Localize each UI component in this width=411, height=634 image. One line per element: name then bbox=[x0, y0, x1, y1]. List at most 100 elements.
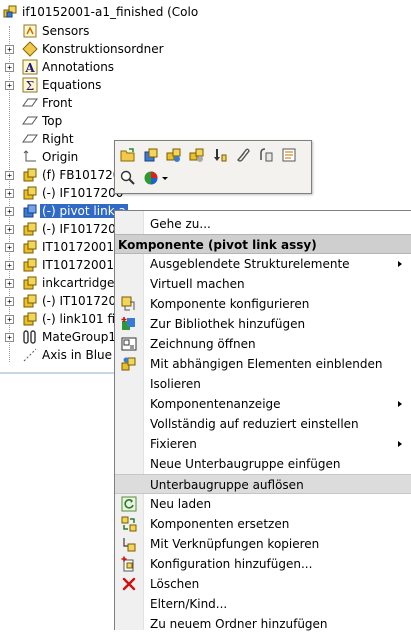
menu-item-label: Fixieren bbox=[150, 437, 197, 451]
menu-item-goto[interactable]: Gehe zu... bbox=[115, 214, 411, 234]
sensors-icon bbox=[23, 24, 37, 38]
expand-toggle[interactable]: + bbox=[5, 189, 14, 198]
tree-item-label: MateGroup1 bbox=[42, 330, 116, 344]
show-components-icon[interactable] bbox=[188, 146, 206, 164]
hide-components-icon[interactable] bbox=[165, 146, 183, 164]
expand-toggle[interactable]: + bbox=[5, 63, 14, 72]
menu-item-label: Unterbaugruppe auflösen bbox=[150, 478, 304, 492]
properties-icon[interactable] bbox=[280, 146, 298, 164]
part-icon bbox=[23, 276, 37, 290]
part-icon bbox=[23, 222, 37, 236]
plane-icon bbox=[22, 116, 38, 125]
menu-item-show-with-dependents[interactable]: Mit abhängigen Elementen einblenden bbox=[115, 354, 411, 374]
replace-components-icon bbox=[121, 516, 137, 532]
tree-item-label: (-) link101 fin bbox=[42, 312, 123, 326]
tree-item-label: Origin bbox=[42, 150, 79, 164]
open-part-icon[interactable] bbox=[119, 146, 137, 164]
menu-item-hidden-features[interactable]: Ausgeblendete Strukturelemente bbox=[115, 254, 411, 274]
part-icon bbox=[23, 186, 37, 200]
svg-text:Σ: Σ bbox=[26, 79, 34, 93]
menu-item-label: Neue Unterbaugruppe einfügen bbox=[150, 457, 341, 471]
tree-item-annotations[interactable]: + A Annotations bbox=[0, 58, 199, 76]
tree-item-sensors[interactable]: Sensors bbox=[0, 22, 199, 40]
expand-toggle[interactable]: + bbox=[5, 81, 14, 90]
expand-toggle[interactable]: + bbox=[5, 279, 14, 288]
assembly-icon bbox=[23, 204, 37, 218]
design-binder-icon bbox=[22, 41, 38, 57]
menu-item-add-to-new-folder[interactable]: Zu neuem Ordner hinzufügen bbox=[115, 614, 411, 634]
menu-item-parent-child[interactable]: Eltern/Kind... bbox=[115, 594, 411, 614]
expand-toggle[interactable]: + bbox=[5, 333, 14, 342]
edit-assembly-icon[interactable] bbox=[142, 146, 160, 164]
tree-item-label: Equations bbox=[42, 78, 102, 92]
tree-item-label: (-) IT1017200 bbox=[42, 294, 124, 308]
menu-item-label: Zu neuem Ordner hinzufügen bbox=[150, 617, 328, 631]
appearance-icon[interactable] bbox=[142, 169, 170, 187]
expand-toggle[interactable]: + bbox=[5, 243, 14, 252]
equations-icon: Σ bbox=[22, 77, 38, 93]
tree-item-top-plane[interactable]: Top bbox=[0, 112, 199, 130]
menu-item-label: Gehe zu... bbox=[150, 217, 211, 231]
menu-item-make-virtual[interactable]: Virtuell machen bbox=[115, 274, 411, 294]
add-to-library-icon bbox=[121, 317, 135, 330]
menu-item-delete[interactable]: Löschen bbox=[115, 574, 411, 594]
menu-item-add-configuration[interactable]: Konfiguration hinzufügen... bbox=[115, 554, 411, 574]
attach-icon[interactable] bbox=[234, 146, 252, 164]
reload-icon bbox=[121, 496, 137, 512]
submenu-arrow-icon bbox=[398, 401, 402, 407]
expand-toggle[interactable]: + bbox=[5, 261, 14, 270]
tree-item-label: Axis in Blue P bbox=[42, 348, 124, 362]
menu-header-component: Komponente (pivot link assy) bbox=[115, 234, 411, 254]
tree-item-label: Annotations bbox=[42, 60, 115, 74]
zoom-to-selection-icon[interactable] bbox=[119, 169, 137, 187]
tree-item-label: Sensors bbox=[42, 24, 90, 38]
menu-item-label: Komponentenanzeige bbox=[150, 397, 281, 411]
menu-item-fix[interactable]: Fixieren bbox=[115, 434, 411, 454]
svg-text:A: A bbox=[24, 61, 35, 75]
menu-item-label: Komponenten ersetzen bbox=[150, 517, 290, 531]
menu-item-isolate[interactable]: Isolieren bbox=[115, 374, 411, 394]
menu-item-set-resolved-to-lightweight[interactable]: Vollständig auf reduziert einstellen bbox=[115, 414, 411, 434]
menu-item-open-drawing[interactable]: Zeichnung öffnen bbox=[115, 334, 411, 354]
menu-item-configure-component[interactable]: Komponente konfigurieren bbox=[115, 294, 411, 314]
mate-icon[interactable] bbox=[257, 146, 275, 164]
context-toolbar bbox=[114, 140, 312, 194]
add-configuration-icon bbox=[121, 556, 134, 572]
menu-item-copy-with-mates[interactable]: Mit Verknüpfungen kopieren bbox=[115, 534, 411, 554]
expand-toggle[interactable]: + bbox=[5, 315, 14, 324]
tree-item-label: Top bbox=[42, 114, 63, 128]
delete-icon bbox=[122, 577, 136, 591]
show-dependents-icon bbox=[121, 357, 136, 371]
tree-item-label: Right bbox=[42, 132, 74, 146]
menu-item-insert-new-subassembly[interactable]: Neue Unterbaugruppe einfügen bbox=[115, 454, 411, 474]
expand-toggle[interactable]: + bbox=[5, 45, 14, 54]
menu-item-label: Konfiguration hinzufügen... bbox=[150, 557, 313, 571]
tree-item-label: inkcartridge< bbox=[42, 276, 125, 290]
expand-toggle[interactable]: + bbox=[5, 207, 14, 216]
menu-item-label: Komponente konfigurieren bbox=[150, 297, 310, 311]
part-icon bbox=[23, 168, 37, 182]
part-icon bbox=[23, 258, 37, 272]
configure-component-icon bbox=[121, 296, 135, 311]
annotations-icon: A bbox=[22, 59, 38, 75]
menu-item-dissolve-subassembly[interactable]: Unterbaugruppe auflösen bbox=[115, 474, 411, 494]
axis-icon bbox=[23, 348, 37, 362]
tree-item-label: Front bbox=[42, 96, 73, 110]
part-icon bbox=[23, 294, 37, 308]
menu-item-label: Zeichnung öffnen bbox=[150, 337, 256, 351]
menu-item-replace-components[interactable]: Komponenten ersetzen bbox=[115, 514, 411, 534]
menu-item-component-display[interactable]: Komponentenanzeige bbox=[115, 394, 411, 414]
expand-toggle[interactable]: + bbox=[5, 171, 14, 180]
expand-toggle[interactable]: + bbox=[5, 297, 14, 306]
tree-item-front-plane[interactable]: Front bbox=[0, 94, 199, 112]
context-menu: Gehe zu... Komponente (pivot link assy) … bbox=[114, 210, 411, 631]
menu-item-reload[interactable]: Neu laden bbox=[115, 494, 411, 514]
tree-item-design-binder[interactable]: + Konstruktionsordner bbox=[0, 40, 199, 58]
menu-item-label: Virtuell machen bbox=[150, 277, 245, 291]
menu-item-add-to-library[interactable]: Zur Bibliothek hinzufügen bbox=[115, 314, 411, 334]
rebuild-icon[interactable] bbox=[211, 146, 229, 164]
menu-item-label: Zur Bibliothek hinzufügen bbox=[150, 317, 306, 331]
tree-root[interactable]: if10152001-a1_finished (Color Ink bbox=[0, 3, 199, 21]
expand-toggle[interactable]: + bbox=[5, 225, 14, 234]
tree-item-equations[interactable]: + Σ Equations bbox=[0, 76, 199, 94]
